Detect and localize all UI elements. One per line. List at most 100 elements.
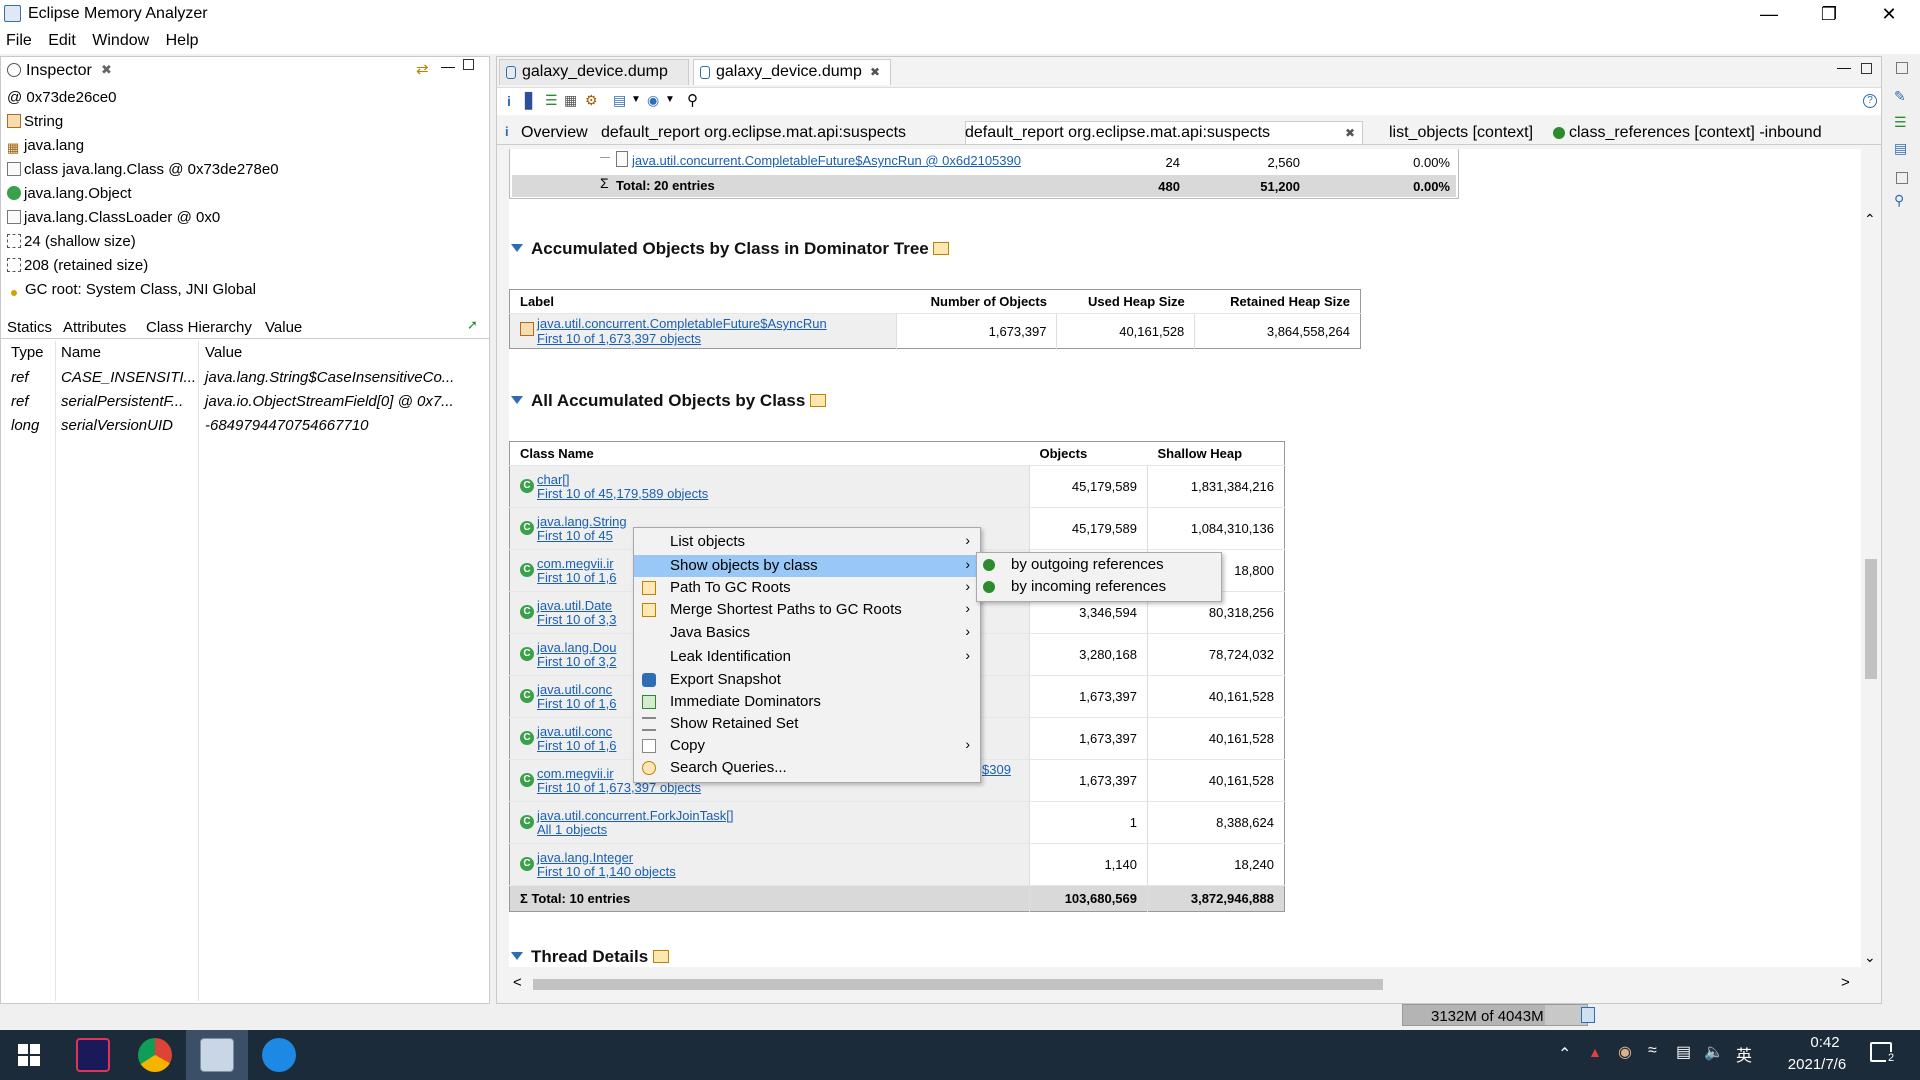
scroll-thumb[interactable] xyxy=(1865,559,1877,679)
inspector-item[interactable]: 208 (retained size) xyxy=(7,257,148,274)
tab-overview[interactable]: Overview xyxy=(521,124,588,142)
static-name[interactable]: serialPersistentF... xyxy=(61,393,183,410)
scroll-up-icon[interactable]: ⌃ xyxy=(1864,211,1876,228)
cat-tray-icon[interactable]: ◉ xyxy=(1618,1042,1632,1062)
editor-tab-1[interactable]: galaxy_device.dump xyxy=(499,59,689,85)
help-icon[interactable]: ? xyxy=(1863,94,1877,108)
col-used[interactable]: Used Heap Size xyxy=(1057,290,1195,314)
oql-icon[interactable]: ▦ xyxy=(564,92,577,109)
col-number[interactable]: Number of Objects xyxy=(896,290,1057,314)
pin-icon[interactable]: ➚ xyxy=(467,317,478,333)
menu-file[interactable]: File xyxy=(0,28,38,50)
menu-item-leak-identification[interactable]: Leak Identification › xyxy=(634,646,980,668)
menu-item-show-objects-by-class[interactable]: Show objects by class › xyxy=(634,555,980,577)
bird-app-icon[interactable] xyxy=(262,1038,296,1072)
chrome-icon[interactable] xyxy=(138,1038,172,1072)
col-label[interactable]: Label xyxy=(510,290,897,314)
export-icon[interactable] xyxy=(933,242,950,255)
link-icon[interactable]: ⇄ xyxy=(416,60,429,78)
static-value[interactable]: java.io.ObjectStreamField[0] @ 0x7... xyxy=(205,393,454,410)
collapse-icon[interactable] xyxy=(511,244,523,252)
col-class-name[interactable]: Class Name xyxy=(510,442,1030,466)
scroll-down-icon[interactable]: ⌄ xyxy=(1864,949,1876,966)
query-browser-icon[interactable]: ◉ xyxy=(647,92,659,109)
dominator-tree-icon[interactable]: ☰ xyxy=(545,92,558,109)
col-shallow-heap[interactable]: Shallow Heap xyxy=(1148,442,1285,466)
col-retained[interactable]: Retained Heap Size xyxy=(1195,290,1361,314)
inspector-item[interactable]: @ 0x73de26ce0 xyxy=(7,89,117,106)
tab-default-report-2[interactable]: default_report org.eclipse.mat.api:suspe… xyxy=(965,124,1270,142)
inspector-item[interactable]: java.lang.Object xyxy=(7,185,132,202)
menu-item-export-snapshot[interactable]: Export Snapshot xyxy=(634,669,980,691)
static-value[interactable]: -6849794470754667710 xyxy=(205,417,369,434)
column-value[interactable]: Value xyxy=(205,344,242,361)
menu-item-immediate-dominators[interactable]: Immediate Dominators xyxy=(634,691,980,713)
menu-item-search-queries[interactable]: Search Queries... xyxy=(634,757,980,779)
info-icon[interactable]: i xyxy=(507,93,511,109)
inspector-item[interactable]: GC root: System Class, JNI Global xyxy=(7,281,256,298)
memory-analyzer-icon[interactable] xyxy=(200,1038,234,1072)
wifi-icon[interactable]: ≈ xyxy=(1648,1042,1657,1060)
scroll-thumb[interactable] xyxy=(533,979,1383,990)
static-value[interactable]: java.lang.String$CaseInsensitiveCo... xyxy=(205,369,454,386)
menu-item-list-objects[interactable]: List objects › xyxy=(634,531,980,553)
restore-view-icon[interactable] xyxy=(1896,172,1908,184)
close-tab-icon[interactable]: ✖ xyxy=(1345,126,1355,140)
clock-time[interactable]: 0:42 xyxy=(1790,1034,1860,1051)
editor-tab-2[interactable]: galaxy_device.dump ✖ xyxy=(693,59,891,85)
clock-date[interactable]: 2021/7/6 xyxy=(1772,1056,1862,1073)
horizontal-scrollbar[interactable]: < > xyxy=(509,974,1861,993)
tab-statics[interactable]: Statics xyxy=(7,319,52,336)
intellij-icon[interactable] xyxy=(76,1038,110,1072)
export-icon[interactable] xyxy=(652,950,669,963)
menu-item-outgoing-references[interactable]: by outgoing references xyxy=(1011,556,1164,573)
menu-item-show-retained-set[interactable]: Show Retained Set xyxy=(634,713,980,735)
tab-class-hierarchy[interactable]: Class Hierarchy xyxy=(146,319,252,336)
battery-icon[interactable]: ▤ xyxy=(1676,1042,1691,1062)
tray-icon[interactable]: ▲ xyxy=(1588,1044,1602,1060)
static-name[interactable]: serialVersionUID xyxy=(61,417,173,434)
tab-default-report-1[interactable]: default_report org.eclipse.mat.api:suspe… xyxy=(601,124,906,142)
column-name[interactable]: Name xyxy=(61,344,101,361)
minimize-button[interactable]: — xyxy=(1740,0,1798,28)
close-tab-icon[interactable]: ✖ xyxy=(101,62,112,78)
section-all-classes-title[interactable]: All Accumulated Objects by Class xyxy=(511,391,827,411)
scroll-left-icon[interactable]: < xyxy=(513,974,522,991)
inspector-item[interactable]: class java.lang.Class @ 0x73de278e0 xyxy=(7,161,279,178)
tree-icon[interactable]: ☰ xyxy=(1894,114,1907,131)
gc-trash-icon[interactable] xyxy=(1581,1007,1595,1023)
col-objects[interactable]: Objects xyxy=(1030,442,1148,466)
menu-edit[interactable]: Edit xyxy=(42,28,82,50)
menu-window[interactable]: Window xyxy=(86,28,155,50)
close-tab-icon[interactable]: ✖ xyxy=(870,65,880,79)
maximize-editor-icon[interactable] xyxy=(1861,63,1872,74)
report-icon[interactable]: ▤ xyxy=(613,92,626,109)
close-button[interactable]: ✕ xyxy=(1860,0,1918,28)
column-type[interactable]: Type xyxy=(11,344,44,361)
section-thread-details-title[interactable]: Thread Details xyxy=(511,947,669,967)
menu-item-incoming-references[interactable]: by incoming references xyxy=(1011,578,1166,595)
collapse-icon[interactable] xyxy=(511,952,523,960)
menu-help[interactable]: Help xyxy=(160,28,205,50)
ime-indicator[interactable]: 英 xyxy=(1736,1042,1752,1066)
histogram-icon[interactable]: ▋ xyxy=(525,92,537,110)
tab-value[interactable]: Value xyxy=(265,319,302,336)
chevron-down-icon[interactable]: ▼ xyxy=(665,94,675,105)
vertical-scrollbar[interactable]: ⌃ ⌄ xyxy=(1861,149,1879,967)
tab-list-objects[interactable]: list_objects [context] xyxy=(1389,124,1533,142)
restore-view-icon[interactable] xyxy=(1896,62,1908,74)
minimize-editor-icon[interactable]: — xyxy=(1837,59,1851,75)
collapse-icon[interactable] xyxy=(511,396,523,404)
chevron-down-icon[interactable]: ▼ xyxy=(631,94,641,105)
gear-icon[interactable]: ⚙ xyxy=(585,92,598,109)
menu-item-java-basics[interactable]: Java Basics › xyxy=(634,622,980,644)
chevron-up-icon[interactable]: ⌃ xyxy=(1558,1044,1571,1064)
volume-icon[interactable]: 🔈 xyxy=(1704,1042,1724,1062)
inspector-item[interactable]: java.lang.ClassLoader @ 0x0 xyxy=(7,209,220,226)
search-icon[interactable]: ⚲ xyxy=(1894,192,1904,209)
note-icon[interactable]: ✎ xyxy=(1894,88,1906,105)
minimize-view-icon[interactable]: — xyxy=(441,58,455,74)
inspector-tab[interactable]: Inspector xyxy=(26,62,92,80)
scroll-right-icon[interactable]: > xyxy=(1841,974,1850,991)
tab-attributes[interactable]: Attributes xyxy=(63,319,126,336)
